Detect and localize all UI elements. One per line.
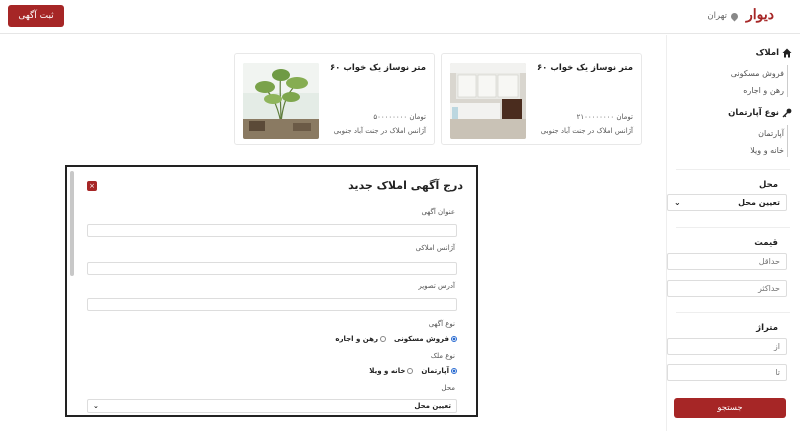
modal-location-select[interactable]: ⌄ تعیین محل xyxy=(87,399,457,413)
listing-price: ۲۱۰۰۰۰۰۰۰۰ تومان xyxy=(576,113,633,121)
area-from-input[interactable] xyxy=(667,338,787,355)
listing-photo xyxy=(450,63,526,139)
ad-type-label: نوع آگهی xyxy=(428,320,455,328)
key-icon xyxy=(782,108,792,118)
modal-scrollbar[interactable] xyxy=(70,171,74,276)
close-icon[interactable]: × xyxy=(87,181,97,191)
location-label: محل xyxy=(759,180,778,190)
price-max-input[interactable] xyxy=(667,280,787,297)
property-type-radio-group: آپارتمان خانه و ویلا xyxy=(369,367,457,375)
title-field-label: عنوان آگهی xyxy=(421,208,455,216)
listing-price: ۵۰۰۰۰۰۰۰۰ تومان xyxy=(373,113,426,121)
ad-type-radio-group: فروش مسکونی رهن و اجاره xyxy=(335,335,457,343)
radio-unselected-icon[interactable] xyxy=(379,336,386,342)
new-listing-modal: × درج آگهی املاک جدید عنوان آگهی آژانس ا… xyxy=(65,165,478,417)
listing-title: ۶۰ متر نوساز یک خواب xyxy=(536,63,633,73)
listing-agency: آژانس املاک در جنت آباد جنوبی xyxy=(333,127,426,135)
city-selector[interactable]: تهران xyxy=(707,11,740,21)
agency-field-label: آژانس املاکی xyxy=(415,244,455,252)
price-label: قیمت xyxy=(754,238,778,248)
search-button[interactable]: جستجو xyxy=(674,398,786,418)
price-min-input[interactable] xyxy=(667,253,787,270)
listing-title: ۶۰ متر نوساز یک خواب xyxy=(329,63,426,73)
title-input[interactable] xyxy=(87,224,457,237)
listing-card[interactable]: ۶۰ متر نوساز یک خواب ۲۱۰۰۰۰۰۰۰۰ تومان آژ… xyxy=(441,53,642,145)
sidebar-divider xyxy=(676,312,790,313)
category-heading[interactable]: املاک xyxy=(756,48,792,58)
location-field-label: محل xyxy=(441,384,455,392)
apartment-type-item-villa[interactable]: خانه و ویلا xyxy=(750,146,784,155)
image-url-field-label: آدرس تصویر xyxy=(418,282,455,290)
apartment-type-item-apartment[interactable]: آپارتمان xyxy=(758,129,784,138)
apartment-type-heading[interactable]: نوع آپارتمان xyxy=(728,108,792,118)
filter-sidebar: املاک فروش مسکونی رهن و اجاره نوع آپارتم… xyxy=(666,35,800,431)
listing-agency: آژانس املاک در جنت آباد جنوبی xyxy=(540,127,633,135)
property-type-option-villa[interactable]: خانه و ویلا xyxy=(369,367,414,375)
location-select[interactable]: ⌄ تعیین محل xyxy=(667,194,787,211)
ad-type-option-rent[interactable]: رهن و اجاره xyxy=(335,335,386,343)
chevron-down-icon: ⌄ xyxy=(93,402,99,410)
modal-title: درج آگهی املاک جدید xyxy=(348,179,463,192)
apartment-type-tree-line xyxy=(787,125,788,157)
category-tree-line xyxy=(787,65,788,97)
city-name: تهران xyxy=(707,11,727,21)
property-type-option-apartment[interactable]: آپارتمان xyxy=(421,367,457,375)
category-item-rent[interactable]: رهن و اجاره xyxy=(743,86,784,95)
sidebar-divider xyxy=(676,227,790,228)
radio-selected-icon[interactable] xyxy=(451,336,457,342)
sidebar-divider xyxy=(676,169,790,170)
ad-type-option-sale[interactable]: فروش مسکونی xyxy=(394,335,457,343)
location-pin-icon xyxy=(729,11,740,21)
listing-card[interactable]: ۶۰ متر نوساز یک خواب ۵۰۰۰۰۰۰۰۰ تومان آژا… xyxy=(234,53,435,145)
radio-selected-icon[interactable] xyxy=(451,368,457,374)
property-type-label: نوع ملک xyxy=(430,352,455,360)
area-label: متراژ xyxy=(756,323,778,333)
category-item-residential-sale[interactable]: فروش مسکونی xyxy=(731,69,784,78)
area-to-input[interactable] xyxy=(667,364,787,381)
home-icon xyxy=(782,48,792,58)
post-ad-button[interactable]: ثبت آگهی xyxy=(8,5,64,27)
image-url-input[interactable] xyxy=(87,298,457,311)
top-bar: ثبت آگهی تهران دیوار xyxy=(0,0,800,34)
radio-unselected-icon[interactable] xyxy=(407,368,414,374)
divar-logo[interactable]: دیوار xyxy=(746,7,774,23)
chevron-down-icon: ⌄ xyxy=(674,198,681,207)
agency-input[interactable] xyxy=(87,262,457,275)
listing-photo xyxy=(243,63,319,139)
